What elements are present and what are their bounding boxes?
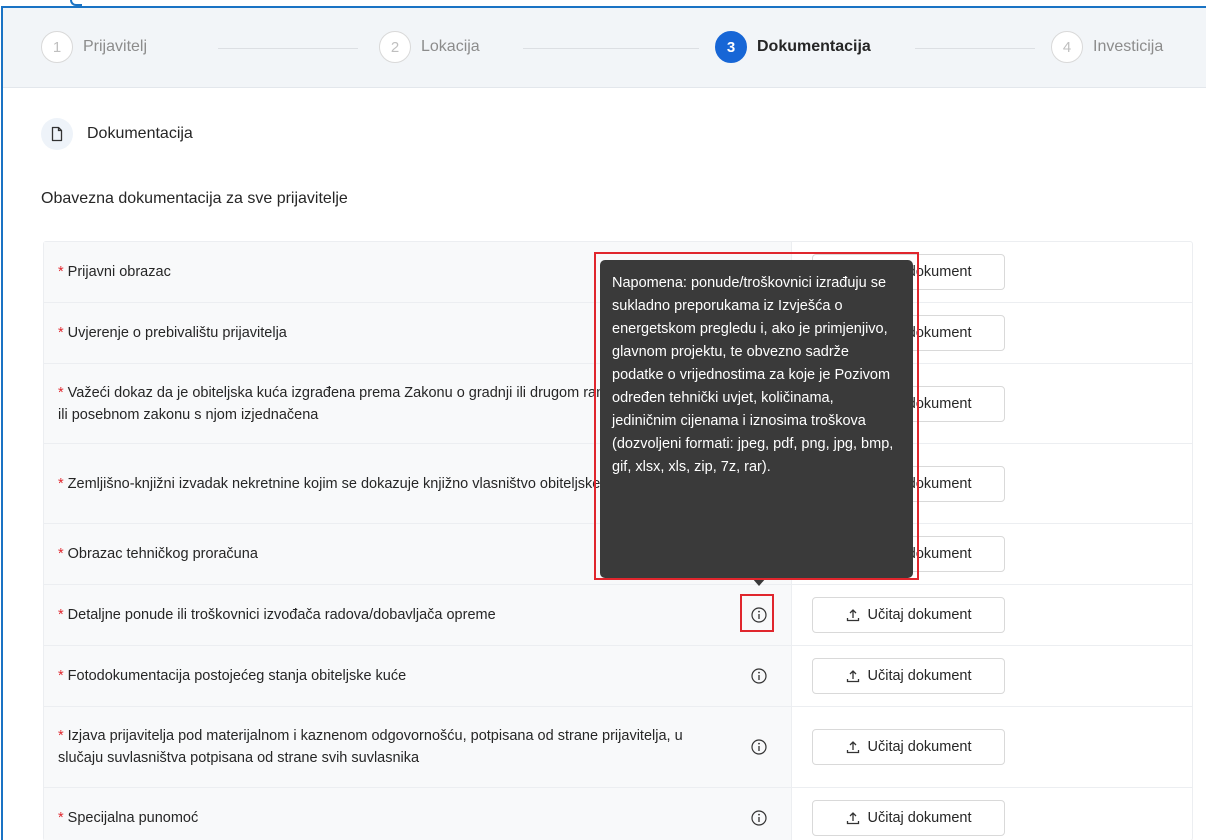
upload-icon xyxy=(846,670,859,683)
subheading: Obavezna dokumentacija za sve prijavitel… xyxy=(41,190,348,207)
upload-label: Učitaj dokument xyxy=(867,810,972,826)
required-mark: * xyxy=(58,728,64,744)
upload-document-button[interactable]: Učitaj dokument xyxy=(812,729,1005,765)
step-label: Dokumentacija xyxy=(757,38,871,55)
document-cell: * Fotodokumentacija postojećeg stanja obi… xyxy=(44,646,792,706)
info-icon[interactable] xyxy=(750,738,768,756)
document-label: * Specijalna punomoć xyxy=(58,807,711,829)
required-mark: * xyxy=(58,384,64,401)
document-name: Uvjerenje o prebivalištu prijavitelja xyxy=(67,325,287,341)
step-number: 1 xyxy=(41,31,73,63)
step-number: 4 xyxy=(1051,31,1083,63)
step-prijavitelj[interactable]: 1 Prijavitelj xyxy=(41,30,147,64)
step-connector xyxy=(915,48,1035,49)
document-cell: * Izjava prijavitelja pod materijalnom i … xyxy=(44,707,792,787)
table-row: * Fotodokumentacija postojećeg stanja obi… xyxy=(44,646,1192,707)
document-name: Specijalna punomoć xyxy=(67,810,199,826)
required-mark: * xyxy=(58,264,64,280)
step-investicija[interactable]: 4 Investicija xyxy=(1051,30,1163,64)
table-row: * Specijalna punomoć Učitaj dokument xyxy=(44,788,1192,840)
table-row: * Izjava prijavitelja pod materijalnom i … xyxy=(44,707,1192,788)
step-lokacija[interactable]: 2 Lokacija xyxy=(379,30,480,64)
step-label: Investicija xyxy=(1093,38,1164,55)
progress-steps: 1 Prijavitelj 2 Lokacija 3 Dokumentacija… xyxy=(3,8,1206,88)
step-label: Lokacija xyxy=(421,38,480,55)
upload-label: Učitaj dokument xyxy=(867,668,972,684)
tooltip-highlight-box xyxy=(594,252,919,580)
document-name: Prijavni obrazac xyxy=(67,264,171,280)
document-cell: * Specijalna punomoć xyxy=(44,788,792,840)
upload-document-button[interactable]: Učitaj dokument xyxy=(812,658,1005,694)
document-name: Zemljišno-knjižni izvadak nekretnine koj… xyxy=(67,475,636,492)
info-icon[interactable] xyxy=(750,809,768,827)
section-header: Dokumentacija xyxy=(41,118,193,150)
step-connector xyxy=(523,48,699,49)
info-icon[interactable] xyxy=(750,667,768,685)
document-name: Izjava prijavitelja pod materijalnom i k… xyxy=(58,728,683,766)
required-mark: * xyxy=(58,546,64,562)
step-dokumentacija[interactable]: 3 Dokumentacija xyxy=(715,30,871,64)
step-connector xyxy=(218,48,358,49)
required-mark: * xyxy=(58,475,64,492)
upload-icon xyxy=(846,609,859,622)
required-mark: * xyxy=(58,668,64,684)
step-label: Prijavitelj xyxy=(83,38,148,55)
document-label: * Fotodokumentacija postojećeg stanja obi… xyxy=(58,665,711,687)
upload-label: Učitaj dokument xyxy=(867,739,972,755)
document-label: * Detaljne ponude ili troškovnici izvođač… xyxy=(58,604,711,626)
document-name: Fotodokumentacija postojećeg stanja obit… xyxy=(67,668,407,684)
upload-label: Učitaj dokument xyxy=(867,607,972,623)
upload-document-button[interactable]: Učitaj dokument xyxy=(812,800,1005,836)
document-label: * Izjava prijavitelja pod materijalnom i … xyxy=(58,725,711,769)
document-name: Detaljne ponude ili troškovnici izvođača… xyxy=(67,607,496,623)
upload-icon xyxy=(846,812,859,825)
document-icon xyxy=(41,118,73,150)
info-icon-highlight-box xyxy=(740,594,774,632)
upload-icon xyxy=(846,741,859,754)
required-mark: * xyxy=(58,607,64,623)
section-title: Dokumentacija xyxy=(87,125,193,142)
step-number: 3 xyxy=(715,31,747,63)
upload-document-button[interactable]: Učitaj dokument xyxy=(812,597,1005,633)
table-row: * Detaljne ponude ili troškovnici izvođač… xyxy=(44,585,1192,646)
document-cell: * Detaljne ponude ili troškovnici izvođač… xyxy=(44,585,792,645)
step-number: 2 xyxy=(379,31,411,63)
required-mark: * xyxy=(58,325,64,341)
required-mark: * xyxy=(58,810,64,826)
document-name: Obrazac tehničkog proračuna xyxy=(67,546,258,562)
